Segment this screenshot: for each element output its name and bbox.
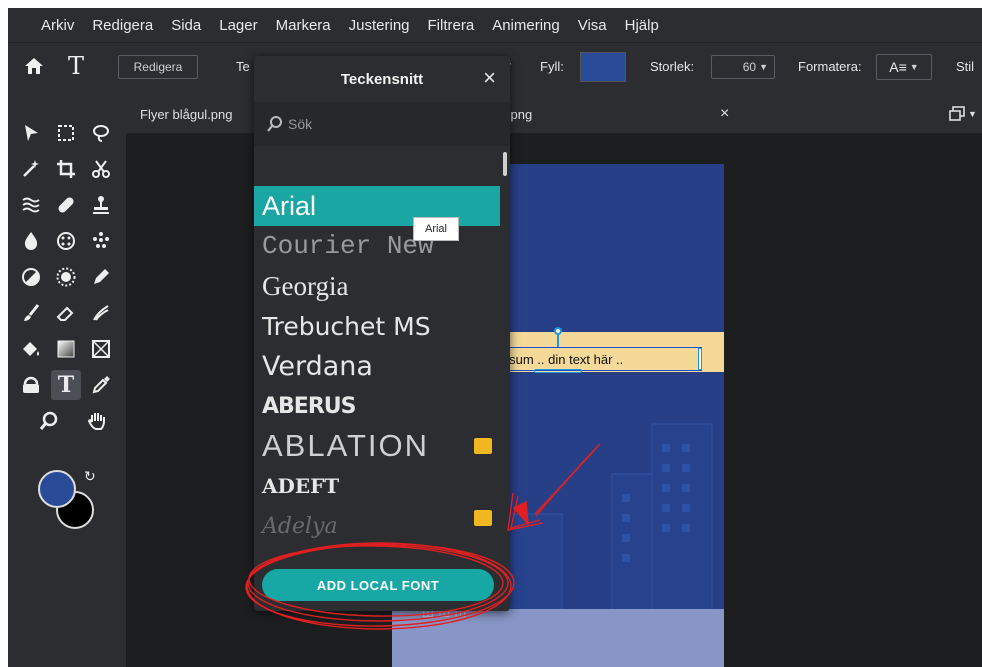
text-layer-content: ipsum .. din text här .. <box>499 351 624 367</box>
eraser-tool-icon[interactable] <box>51 298 81 328</box>
font-search-input[interactable]: Sök <box>254 102 510 146</box>
resize-handle-bottom[interactable] <box>534 369 582 373</box>
font-panel: Teckensnitt × Sök Arial Courier New Geor… <box>254 56 510 611</box>
size-value: 60 <box>742 60 757 74</box>
menu-filtrera[interactable]: Filtrera <box>419 17 484 34</box>
brush-tool-icon[interactable] <box>16 298 46 328</box>
fill-color-swatch[interactable] <box>580 52 626 82</box>
format-label: Formatera: <box>798 59 862 74</box>
pen-tool-icon[interactable] <box>86 262 116 292</box>
chevron-down-icon: ▼ <box>759 62 768 72</box>
font-panel-header: Teckensnitt <box>254 56 510 102</box>
font-list-scrollbar[interactable] <box>503 152 507 176</box>
crown-icon <box>474 438 492 454</box>
swap-colors-icon[interactable]: ↻ <box>84 468 96 485</box>
rotate-handle-line <box>557 335 559 347</box>
paint-bucket-icon[interactable] <box>16 334 46 364</box>
font-name: ABERUS <box>262 393 356 419</box>
crop-tool-icon[interactable] <box>51 154 81 184</box>
move-tool-icon[interactable] <box>16 118 46 148</box>
lasso-tool-icon[interactable] <box>86 118 116 148</box>
font-item-aberus[interactable]: ABERUS <box>254 386 500 426</box>
zoom-icon[interactable] <box>34 406 64 436</box>
fill-label: Fyll: <box>540 59 564 74</box>
burn-tool-icon[interactable] <box>51 262 81 292</box>
tab-flyer[interactable]: Flyer blågul.png <box>140 94 233 134</box>
font-name: Arial <box>262 190 317 221</box>
text-align-icon: A≡ <box>889 59 907 75</box>
font-name: Georgia <box>262 270 349 301</box>
bandage-tool-icon[interactable] <box>51 190 81 220</box>
shape-tool-icon[interactable] <box>86 334 116 364</box>
dodge-tool-icon[interactable] <box>16 262 46 292</box>
font-list: Arial Courier New Georgia Trebuchet MS V… <box>254 186 500 546</box>
menu-bar: Arkiv Redigera Sida Lager Markera Juster… <box>8 8 982 42</box>
menu-justering[interactable]: Justering <box>340 17 419 34</box>
close-icon[interactable]: × <box>483 67 496 89</box>
tools-panel: T ↻ <box>8 94 126 667</box>
gradient-tool-icon[interactable] <box>51 334 81 364</box>
menu-visa[interactable]: Visa <box>569 17 616 34</box>
font-name: ABLATION <box>262 428 430 463</box>
window-arrange-icon[interactable]: ▼ <box>948 94 977 134</box>
size-label: Storlek: <box>650 59 695 74</box>
menu-animering[interactable]: Animering <box>483 17 569 34</box>
font-panel-title: Teckensnitt <box>340 70 424 88</box>
chevron-down-icon: ▼ <box>909 62 919 72</box>
sponge-tool-icon[interactable] <box>51 226 81 256</box>
blur-drop-icon[interactable] <box>16 226 46 256</box>
font-item-adeft[interactable]: ADEFT <box>254 466 500 506</box>
home-icon[interactable] <box>24 56 44 76</box>
tab-label: Flyer blågul.png <box>140 106 233 122</box>
smudge-tool-icon[interactable] <box>86 298 116 328</box>
font-tooltip: Arial <box>413 217 459 241</box>
font-name: ADEFT <box>262 474 340 498</box>
resize-handle-right[interactable] <box>698 348 702 370</box>
magic-wand-icon[interactable] <box>16 154 46 184</box>
rotate-handle[interactable] <box>554 327 562 335</box>
scissors-icon[interactable] <box>86 154 116 184</box>
font-item-ablation[interactable]: ABLATION <box>254 426 500 466</box>
crown-icon <box>474 510 492 526</box>
liquify-tool-icon[interactable] <box>16 190 46 220</box>
text-tool-icon[interactable]: T <box>51 370 81 400</box>
format-select[interactable]: A≡ ▼ <box>876 54 932 80</box>
menu-lager[interactable]: Lager <box>210 17 266 34</box>
marquee-tool-icon[interactable] <box>51 118 81 148</box>
font-item-adelya[interactable]: Adelya <box>254 506 500 546</box>
text-layer-box[interactable]: ipsum .. din text här .. <box>497 347 702 371</box>
font-item-georgia[interactable]: Georgia <box>254 266 500 306</box>
font-item-trebuchet[interactable]: Trebuchet MS <box>254 306 500 346</box>
font-name: Trebuchet MS <box>262 311 431 341</box>
font-name: Courier New <box>262 231 434 261</box>
font-name: Adelya <box>262 513 338 539</box>
app-window: Arkiv Redigera Sida Lager Markera Juster… <box>8 8 982 667</box>
menu-hjalp[interactable]: Hjälp <box>616 17 668 34</box>
menu-arkiv[interactable]: Arkiv <box>32 17 83 34</box>
eyedropper-icon[interactable] <box>86 370 116 400</box>
search-icon <box>267 116 282 132</box>
search-placeholder: Sök <box>288 116 313 132</box>
add-local-font-button[interactable]: ADD LOCAL FONT <box>262 569 494 601</box>
menu-sida[interactable]: Sida <box>162 17 210 34</box>
edit-button[interactable]: Redigera <box>118 55 198 79</box>
hand-icon[interactable] <box>82 406 112 436</box>
close-icon[interactable]: × <box>720 94 729 134</box>
stamp-tool-icon[interactable] <box>86 190 116 220</box>
type-tool-icon[interactable]: T <box>68 53 92 79</box>
font-name: Verdana <box>262 350 373 382</box>
dots-tool-icon[interactable] <box>86 226 116 256</box>
font-item-arial[interactable]: Arial <box>254 186 500 226</box>
font-item-verdana[interactable]: Verdana <box>254 346 500 386</box>
menu-markera[interactable]: Markera <box>267 17 340 34</box>
menu-redigera[interactable]: Redigera <box>83 17 162 34</box>
chevron-down-icon: ▼ <box>968 109 977 119</box>
style-label: Stil <box>956 59 975 74</box>
font-item-courier-new[interactable]: Courier New <box>254 226 500 266</box>
color-replace-icon[interactable] <box>16 370 46 400</box>
size-select[interactable]: 60 ▼ <box>711 55 775 79</box>
toolbar-partial-label: Te <box>236 59 250 74</box>
foreground-color-swatch[interactable] <box>38 470 76 508</box>
